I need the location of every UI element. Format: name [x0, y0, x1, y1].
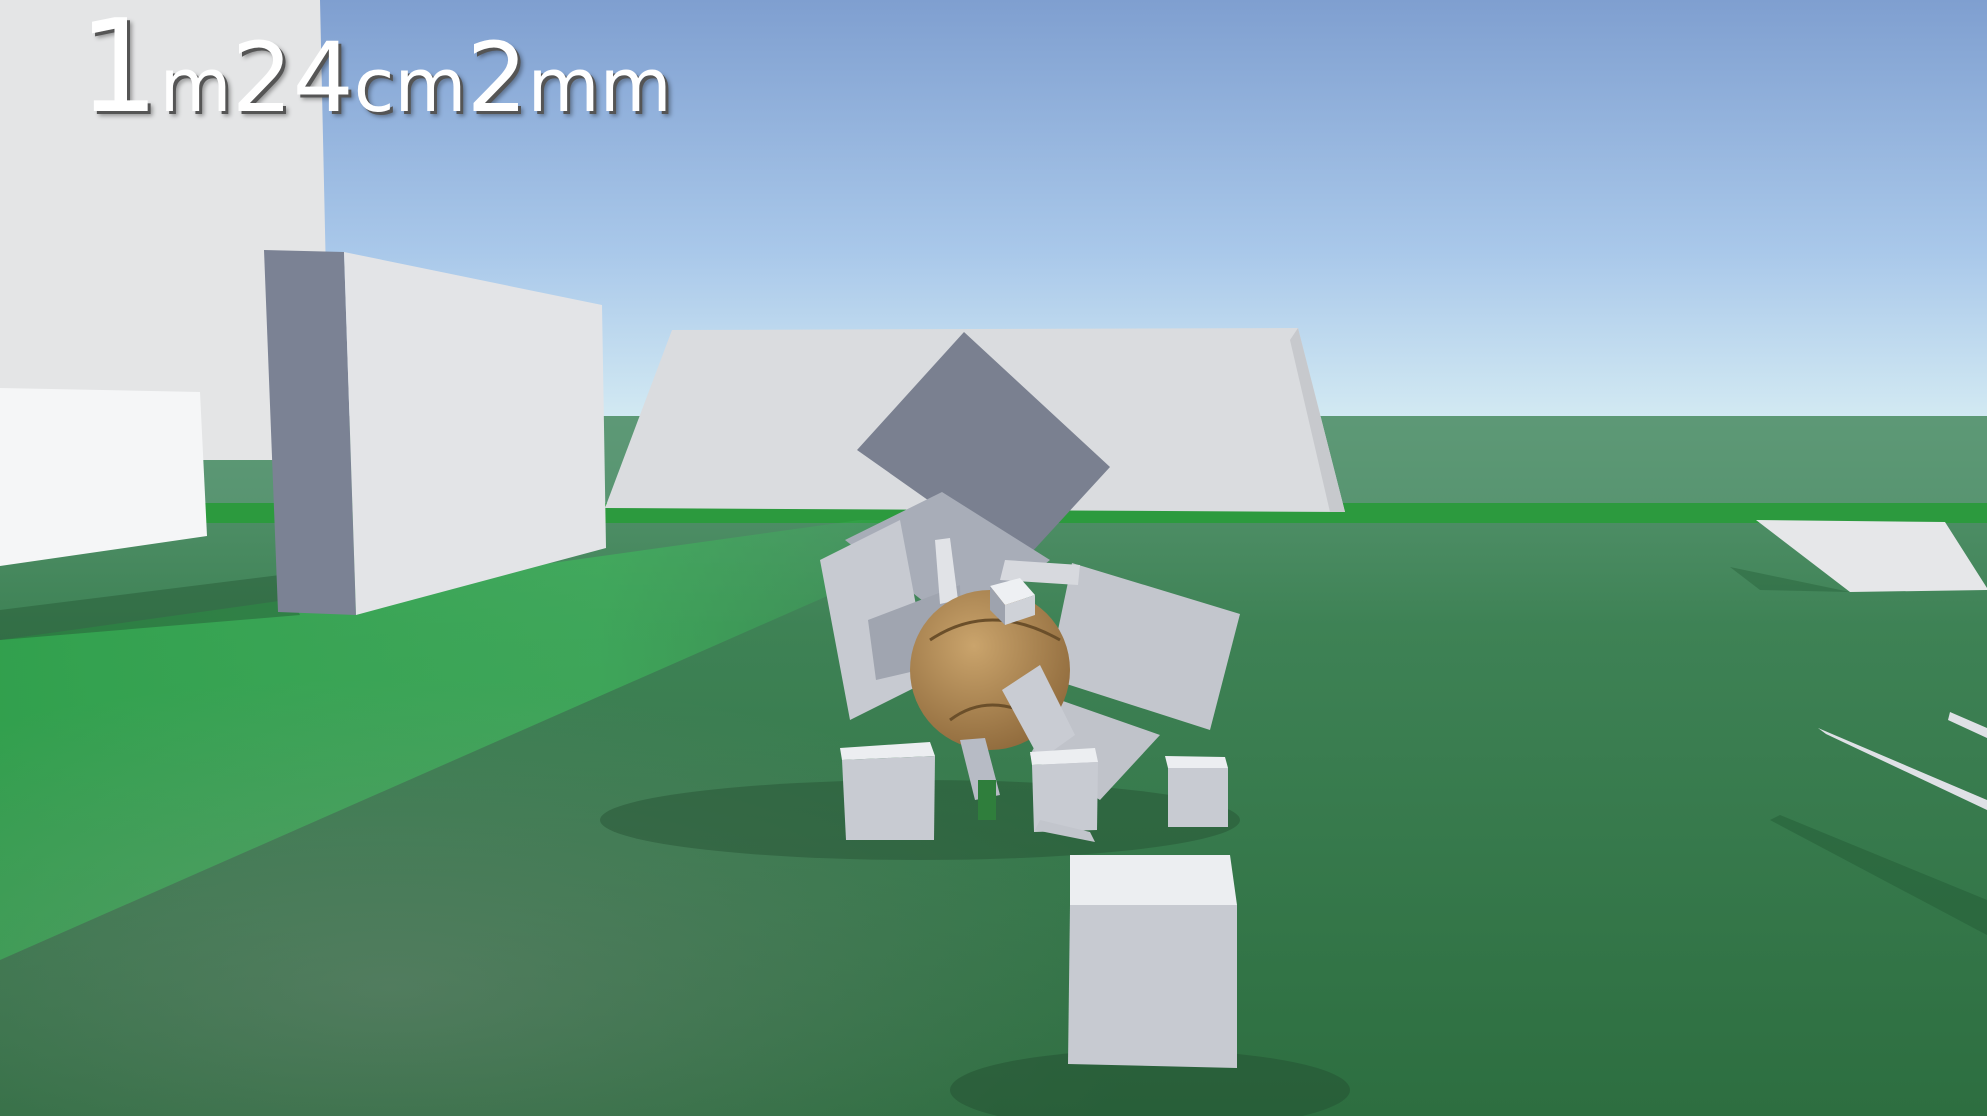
distance-meters-unit: m — [159, 43, 232, 129]
front-cube-top — [1070, 855, 1237, 905]
shard-green — [978, 780, 996, 820]
distance-centimeters: 24 — [231, 22, 354, 134]
distance-counter: 1m24cm2mm — [78, 4, 672, 132]
distance-millimeters-unit: mm — [527, 43, 672, 129]
distance-meters: 1 — [78, 0, 160, 142]
left-block — [0, 388, 207, 566]
front-cube-front — [1068, 905, 1237, 1068]
cube-c-front — [1168, 768, 1228, 827]
box-left-front — [264, 250, 356, 615]
cube-c-top — [1165, 756, 1228, 768]
scene-render — [0, 0, 1987, 1116]
cube-a-front — [842, 756, 935, 840]
game-viewport[interactable]: 1m24cm2mm — [0, 0, 1987, 1116]
distance-millimeters: 2 — [466, 22, 528, 134]
distance-centimeters-unit: cm — [353, 43, 467, 129]
